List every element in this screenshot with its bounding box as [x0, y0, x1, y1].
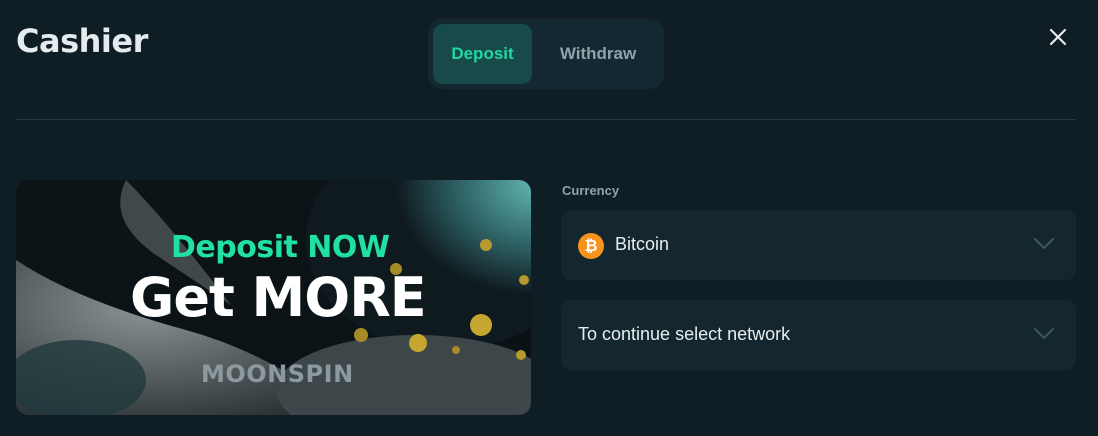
banner-headline: Deposit NOW	[171, 230, 390, 265]
tab-withdraw[interactable]: Withdraw	[538, 24, 658, 84]
close-icon	[1049, 28, 1067, 46]
close-button[interactable]	[1046, 25, 1070, 49]
network-placeholder: To continue select network	[578, 324, 791, 344]
network-select[interactable]: To continue select network	[561, 300, 1076, 370]
currency-value: Bitcoin	[615, 234, 670, 254]
page-title: Cashier	[16, 22, 148, 60]
banner-subheadline: Get MORE	[130, 266, 427, 329]
banner-brand-logo: MOONSPIN	[201, 360, 354, 388]
currency-label: Currency	[562, 183, 620, 198]
bitcoin-icon: ₿	[578, 233, 604, 259]
currency-select[interactable]: ₿ Bitcoin	[561, 210, 1076, 280]
chevron-down-icon	[1034, 328, 1054, 340]
cashier-tabs: Deposit Withdraw	[428, 19, 664, 89]
promo-banner[interactable]: Deposit NOW Get MORE MOONSPIN	[16, 180, 531, 415]
chevron-down-icon	[1034, 238, 1054, 250]
tab-deposit[interactable]: Deposit	[433, 24, 532, 84]
header-divider	[16, 119, 1076, 120]
